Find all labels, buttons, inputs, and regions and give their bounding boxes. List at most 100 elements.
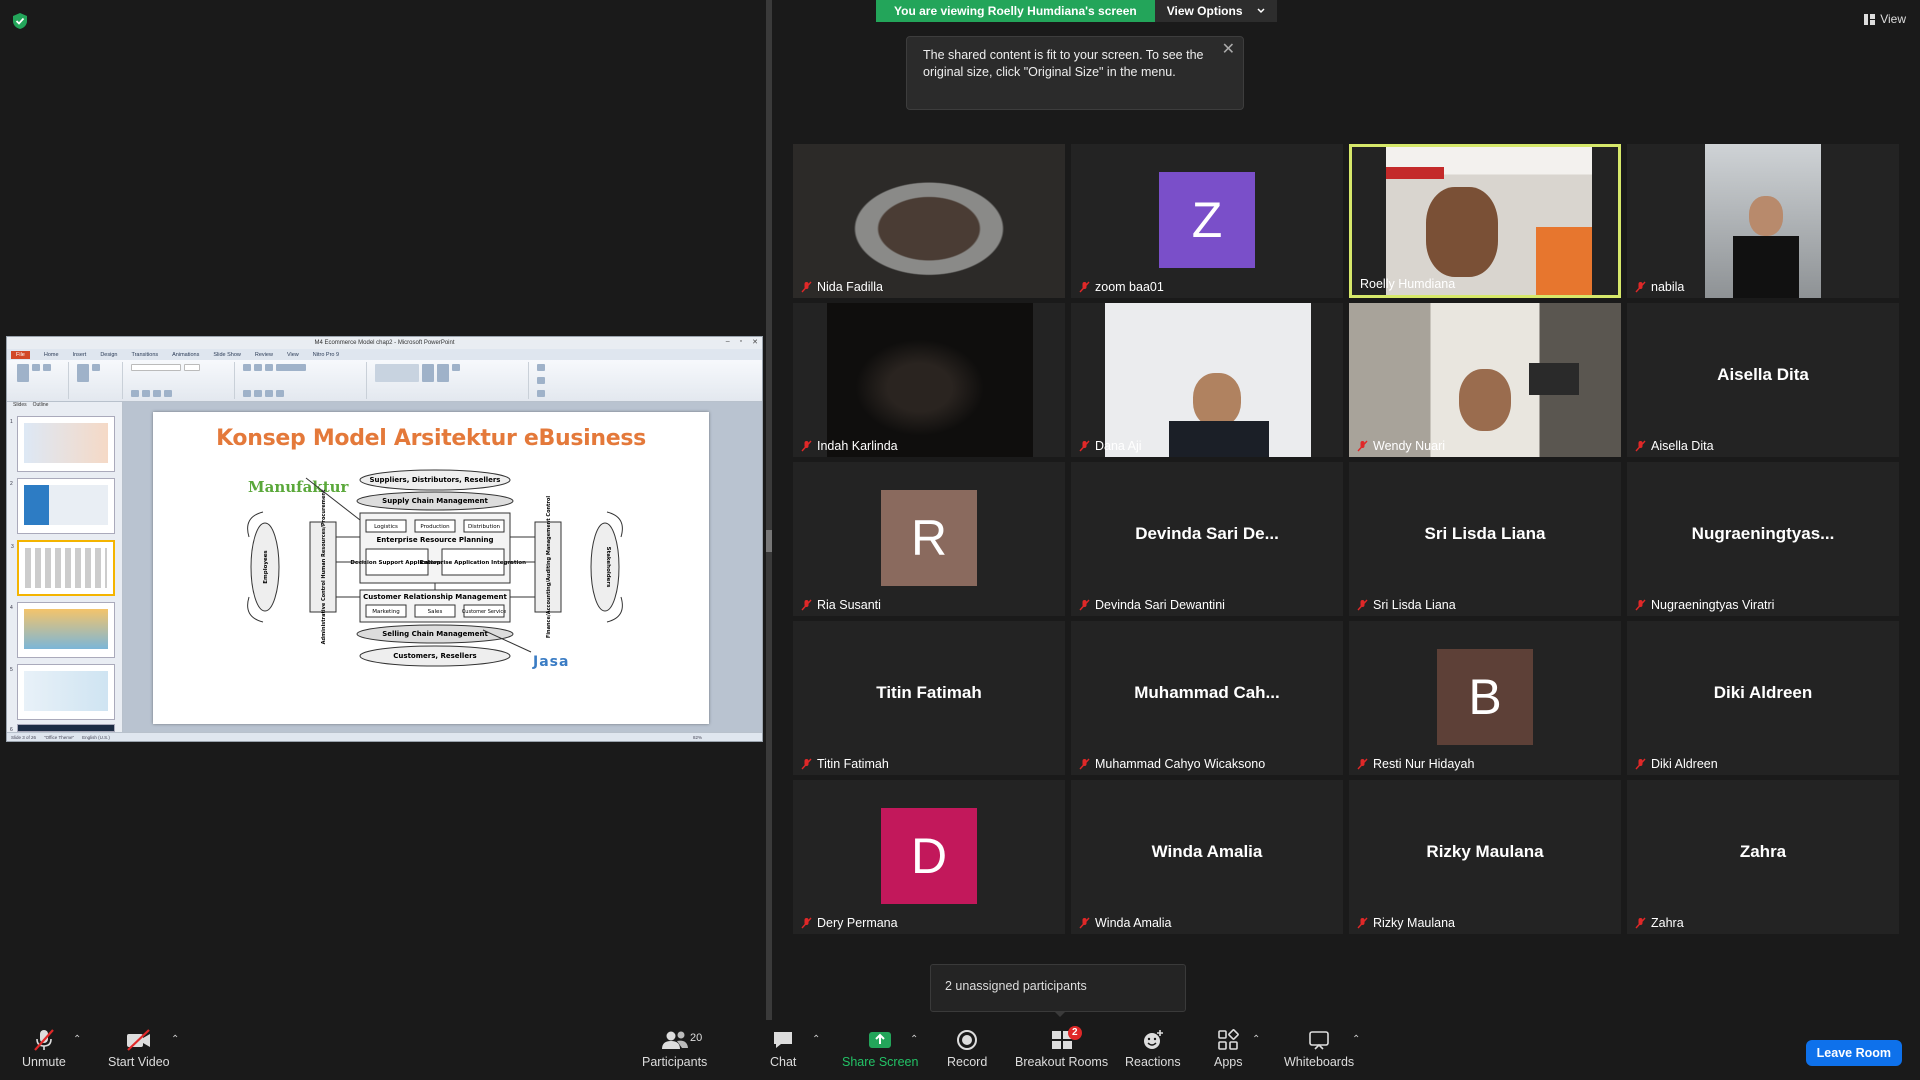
slide-thumbnail-2[interactable]: 2 (10, 478, 115, 534)
view-options-button[interactable]: View Options (1154, 0, 1277, 22)
cut-icon[interactable] (32, 364, 40, 371)
participant-tile[interactable]: Nugraeningtyas... Nugraeningtyas Viratri (1627, 462, 1899, 616)
tab-slides[interactable]: Slides (13, 402, 27, 411)
apps-button[interactable]: Apps (1214, 1028, 1243, 1069)
pane-divider-grip[interactable] (766, 530, 772, 552)
italic-icon[interactable] (142, 390, 150, 397)
participant-tile[interactable]: Z zoom baa01 (1071, 144, 1343, 298)
new-slide-icon[interactable] (77, 364, 89, 382)
apps-options-caret-icon[interactable]: ⌃ (1252, 1034, 1260, 1045)
participant-tile[interactable]: Diki Aldreen Diki Aldreen (1627, 621, 1899, 775)
slide-thumbnail-6[interactable]: 6 (10, 724, 115, 733)
leave-room-button[interactable]: Leave Room (1805, 1040, 1902, 1066)
participant-tile[interactable]: R Ria Susanti (793, 462, 1065, 616)
participant-tile[interactable]: Sri Lisda Liana Sri Lisda Liana (1349, 462, 1621, 616)
start-video-button[interactable]: Start Video (108, 1028, 170, 1069)
shapes-gallery-icon[interactable] (375, 364, 419, 382)
tab-outline[interactable]: Outline (33, 402, 49, 411)
whiteboards-button[interactable]: Whiteboards (1284, 1028, 1354, 1069)
whiteboards-label: Whiteboards (1284, 1055, 1355, 1069)
bold-icon[interactable] (131, 390, 139, 397)
participant-tile[interactable]: Devinda Sari De... Devinda Sari Dewantin… (1071, 462, 1343, 616)
participant-tile[interactable]: nabila (1627, 144, 1899, 298)
ppt-tab-design[interactable]: Design (100, 352, 117, 358)
participant-tile[interactable]: Nida Fadilla (793, 144, 1065, 298)
ppt-tab-nitro[interactable]: Nitro Pro 9 (313, 352, 339, 358)
strikethrough-icon[interactable] (164, 390, 172, 397)
unmute-button[interactable]: Unmute (22, 1028, 66, 1069)
participant-video (1349, 303, 1621, 457)
participant-tile[interactable]: D Dery Permana (793, 780, 1065, 934)
arrange-icon[interactable] (422, 364, 434, 382)
participant-tile[interactable]: Wendy Nuari (1349, 303, 1621, 457)
font-name-field[interactable] (131, 364, 181, 371)
justify-icon[interactable] (276, 390, 284, 397)
shape-fill-icon[interactable] (452, 364, 460, 371)
video-options-caret-icon[interactable]: ⌃ (171, 1034, 179, 1045)
pane-divider[interactable] (766, 0, 772, 1020)
participant-gallery: Nida Fadilla Z zoom baa01 Roelly Humdian… (793, 144, 1901, 934)
align-right-icon[interactable] (265, 390, 273, 397)
current-slide[interactable]: Konsep Model Arsitektur eBusiness Manufa… (153, 412, 709, 724)
indent-icon[interactable] (265, 364, 273, 371)
font-size-field[interactable] (184, 364, 200, 371)
slide-number: 5 (10, 667, 13, 673)
share-options-caret-icon[interactable]: ⌃ (910, 1034, 918, 1045)
ppt-tab-insert[interactable]: Insert (73, 352, 87, 358)
participant-tile[interactable]: Titin Fatimah Titin Fatimah (793, 621, 1065, 775)
encryption-shield-icon[interactable] (12, 12, 28, 30)
share-screen-button[interactable]: Share Screen (842, 1028, 918, 1069)
slide-thumbnail-4[interactable]: 4 (10, 602, 115, 658)
participant-video (793, 144, 1065, 298)
close-icon[interactable]: ✕ (1222, 41, 1235, 58)
admin-label: Administrative Control Human Resources/P… (321, 489, 327, 644)
record-button[interactable]: Record (947, 1028, 987, 1069)
participant-tile[interactable]: Zahra Zahra (1627, 780, 1899, 934)
text-direction-icon[interactable] (276, 364, 306, 371)
muted-mic-icon (1635, 440, 1646, 452)
bullets-icon[interactable] (243, 364, 251, 371)
chat-options-caret-icon[interactable]: ⌃ (812, 1034, 820, 1045)
ppt-tab-slideshow[interactable]: Slide Show (213, 352, 241, 358)
participant-tile[interactable]: Aisella Dita Aisella Dita (1627, 303, 1899, 457)
participant-tile[interactable]: Rizky Maulana Rizky Maulana (1349, 780, 1621, 934)
reactions-button[interactable]: Reactions (1125, 1028, 1181, 1069)
ppt-tab-transitions[interactable]: Transitions (131, 352, 158, 358)
chat-button[interactable]: Chat (770, 1028, 796, 1069)
ppt-tab-view[interactable]: View (287, 352, 299, 358)
participant-tile[interactable]: B Resti Nur Hidayah (1349, 621, 1621, 775)
whiteboards-options-caret-icon[interactable]: ⌃ (1352, 1034, 1360, 1045)
ppt-tab-review[interactable]: Review (255, 352, 273, 358)
copy-icon[interactable] (43, 364, 51, 371)
maximize-icon[interactable]: ▫ (740, 338, 742, 346)
slide-thumbnail-3[interactable]: 3 (11, 540, 115, 596)
ppt-tab-animations[interactable]: Animations (172, 352, 199, 358)
participant-tile[interactable]: Winda Amalia Winda Amalia (1071, 780, 1343, 934)
replace-icon[interactable] (537, 377, 545, 384)
audio-options-caret-icon[interactable]: ⌃ (73, 1034, 81, 1045)
participant-tile[interactable]: Indah Karlinda (793, 303, 1065, 457)
paste-icon[interactable] (17, 364, 29, 382)
participant-tile-active-speaker[interactable]: Roelly Humdiana (1349, 144, 1621, 298)
numbering-icon[interactable] (254, 364, 262, 371)
participant-tile[interactable]: Dana Aji (1071, 303, 1343, 457)
select-icon[interactable] (537, 390, 545, 397)
quick-styles-icon[interactable] (437, 364, 449, 382)
participant-tile[interactable]: Muhammad Cah... Muhammad Cahyo Wicaksono (1071, 621, 1343, 775)
status-zoom[interactable]: 82% (693, 735, 702, 740)
minimize-icon[interactable]: – (726, 338, 730, 346)
find-icon[interactable] (537, 364, 545, 371)
layout-icon[interactable] (92, 364, 100, 371)
align-left-icon[interactable] (243, 390, 251, 397)
slide-thumbnail-5[interactable]: 5 (10, 664, 115, 720)
align-center-icon[interactable] (254, 390, 262, 397)
view-layout-button[interactable]: View (1864, 12, 1906, 26)
slide-thumbnail-1[interactable]: 1 (10, 416, 115, 472)
close-icon[interactable]: ✕ (752, 338, 758, 346)
ppt-tab-file[interactable]: File (11, 350, 30, 359)
ppt-tab-home[interactable]: Home (44, 352, 59, 358)
underline-icon[interactable] (153, 390, 161, 397)
breakout-rooms-button[interactable]: Breakout Rooms (1015, 1028, 1108, 1069)
ribbon-group-font (125, 362, 235, 399)
participant-name-tag: Wendy Nuari (1357, 439, 1445, 453)
